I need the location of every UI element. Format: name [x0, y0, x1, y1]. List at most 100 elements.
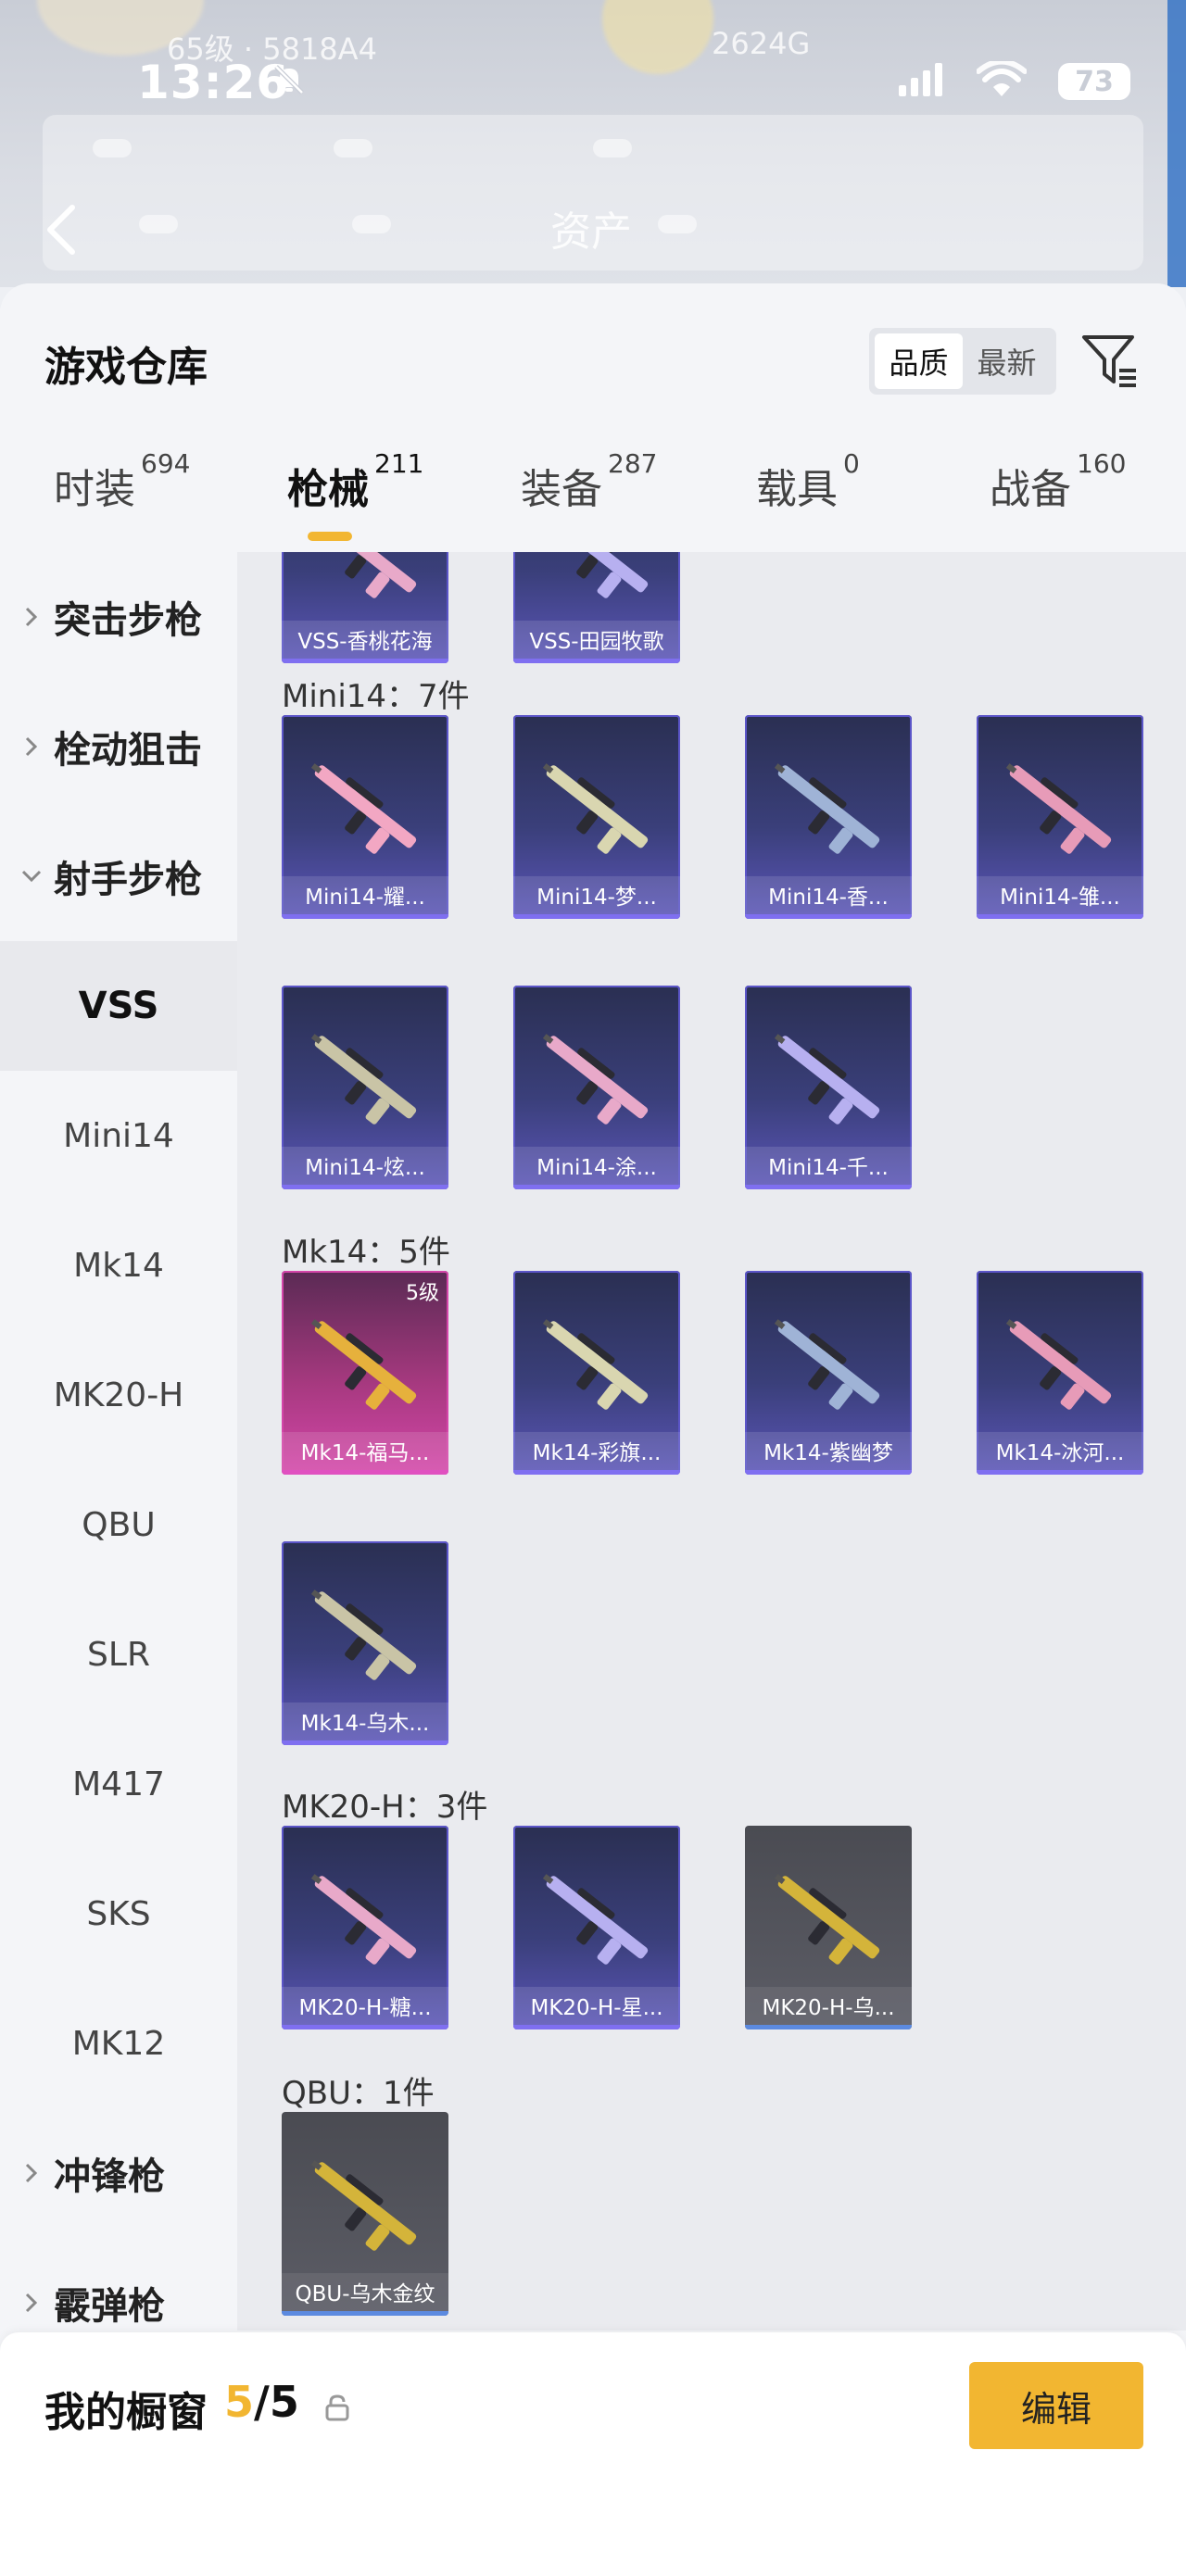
weapon-skin-card[interactable]: MK20-H-乌...	[745, 1826, 912, 2029]
group-title: MK20-H：3件	[282, 1789, 488, 1826]
tab-vehicles[interactable]: 载具 0	[756, 448, 860, 548]
sheet-title: 游戏仓库	[44, 344, 208, 391]
weapon-skin-name: VSS-香桃花海	[282, 621, 448, 663]
weapon-skin-image	[310, 1874, 417, 1965]
weapon-skin-image	[542, 1034, 649, 1125]
tab-equipment[interactable]: 装备 287	[521, 448, 657, 548]
back-arrow-icon[interactable]	[43, 202, 80, 261]
weapon-skin-name: QBU-乌木金纹	[282, 2273, 448, 2316]
group-title: Mk14：5件	[282, 1234, 450, 1271]
group-title: Mini14：7件	[282, 678, 470, 715]
weapon-skin-image	[774, 1319, 880, 1410]
sidebar-group-marksman-rifles[interactable]: 射手步枪	[0, 811, 237, 941]
chevron-right-icon	[20, 2292, 43, 2314]
chevron-right-icon	[20, 606, 43, 628]
weapon-skin-card[interactable]: Mini14-炫...	[282, 986, 448, 1189]
sort-toggle: 品质 最新	[869, 328, 1056, 395]
weapon-skin-card[interactable]: Mk14-冰河...	[977, 1271, 1143, 1475]
sort-quality-button[interactable]: 品质	[875, 333, 963, 389]
group-title: QBU：1件	[282, 2075, 435, 2112]
weapon-skin-card[interactable]: Mk14-紫幽梦	[745, 1271, 912, 1475]
sidebar-item-sks[interactable]: SKS	[0, 1849, 237, 1979]
weapon-skin-card[interactable]: Mini14-千...	[745, 986, 912, 1189]
weapon-skin-image	[310, 1590, 417, 1680]
background-page: 65级 · 5818A4 2624G 13:26 73 资产	[0, 0, 1186, 287]
lock-icon	[324, 2394, 350, 2425]
showcase-footer: 我的橱窗 5/5 编辑	[0, 2332, 1186, 2576]
weapon-skin-image	[310, 1319, 417, 1410]
weapon-category-sidebar: 突击步枪 栓动狙击 射手步枪 VSS Mini14 Mk14 MK20-H QB…	[0, 552, 237, 2331]
weapon-skin-image	[542, 763, 649, 854]
weapon-skin-name: MK20-H-乌...	[745, 1987, 912, 2029]
tab-combat-gear[interactable]: 战备 160	[990, 448, 1126, 548]
weapon-skin-image	[546, 552, 649, 598]
sheet-header: 游戏仓库 品质 最新 时装 694 枪械 211 装备 287 载具 0 战备 160	[0, 283, 1186, 552]
weapon-skin-card[interactable]: Mini14-雏...	[977, 715, 1143, 919]
sidebar-group-assault-rifles[interactable]: 突击步枪	[0, 552, 237, 682]
sidebar-item-mk20h[interactable]: MK20-H	[0, 1330, 237, 1460]
sidebar-item-mini14[interactable]: Mini14	[0, 1071, 237, 1200]
weapon-skin-image	[1005, 1319, 1112, 1410]
weapon-skin-card[interactable]: Mini14-梦...	[513, 715, 680, 919]
weapon-skin-image	[774, 1034, 880, 1125]
sidebar-group-smgs[interactable]: 冲锋枪	[0, 2108, 237, 2238]
chevron-right-icon	[20, 735, 43, 758]
tab-fashion[interactable]: 时装 694	[54, 448, 190, 548]
sidebar-item-mk12[interactable]: MK12	[0, 1979, 237, 2108]
weapon-skin-card[interactable]: VSS-香桃花海	[282, 552, 448, 663]
sidebar-item-m417[interactable]: M417	[0, 1719, 237, 1849]
showcase-count: 5/5	[224, 2377, 299, 2427]
chevron-down-icon	[20, 869, 43, 884]
sidebar-item-qbu[interactable]: QBU	[0, 1460, 237, 1590]
filter-icon[interactable]	[1080, 332, 1140, 395]
weapon-skin-card[interactable]: Mini14-香...	[745, 715, 912, 919]
sidebar-item-mk14[interactable]: Mk14	[0, 1200, 237, 1330]
weapon-skin-name: Mk14-福马...	[282, 1432, 448, 1475]
weapon-skin-image	[774, 1874, 880, 1965]
weapon-skin-name: Mk14-冰河...	[977, 1432, 1143, 1475]
weapon-skin-card[interactable]: MK20-H-星...	[513, 1826, 680, 2029]
weapon-skin-name: Mini14-香...	[745, 876, 912, 919]
weapon-skin-card[interactable]: VSS-田园牧歌	[513, 552, 680, 663]
weapon-skin-name: MK20-H-星...	[513, 1987, 680, 2029]
weapon-skin-image	[542, 1874, 649, 1965]
weapon-skin-image	[1005, 763, 1112, 854]
weapon-skin-card[interactable]: Mk14-乌木...	[282, 1541, 448, 1745]
weapon-skin-card[interactable]: MK20-H-糖...	[282, 1826, 448, 2029]
weapon-skin-name: Mini14-雏...	[977, 876, 1143, 919]
showcase-current: 5	[224, 2377, 255, 2427]
weapon-skin-card[interactable]: QBU-乌木金纹	[282, 2112, 448, 2316]
weapon-skin-name: MK20-H-糖...	[282, 1987, 448, 2029]
weapon-skin-card[interactable]: Mini14-耀...	[282, 715, 448, 919]
sort-newest-button[interactable]: 最新	[963, 333, 1051, 389]
sidebar-item-vss[interactable]: VSS	[0, 941, 237, 1071]
weapon-skin-card[interactable]: 5级 Mk14-福马...	[282, 1271, 448, 1475]
weapon-skin-name: Mini14-千...	[745, 1147, 912, 1189]
weapon-skin-image	[314, 552, 417, 598]
weapon-skin-name: Mk14-彩旗...	[513, 1432, 680, 1475]
weapon-skin-name: Mini14-耀...	[282, 876, 448, 919]
weapon-skin-image	[310, 1034, 417, 1125]
status-time: 13:26	[137, 56, 290, 109]
signal-icon	[899, 63, 945, 100]
weapon-skin-card[interactable]: Mk14-彩旗...	[513, 1271, 680, 1475]
sidebar-group-bolt-snipers[interactable]: 栓动狙击	[0, 682, 237, 811]
battery-indicator: 73	[1058, 63, 1130, 100]
level-badge: 5级	[406, 1282, 439, 1305]
background-edge	[1167, 0, 1186, 287]
weapon-skin-image	[310, 2160, 417, 2251]
weapon-skin-name: Mini14-梦...	[513, 876, 680, 919]
weapon-skin-name: Mk14-乌木...	[282, 1703, 448, 1745]
active-tab-indicator	[308, 532, 352, 541]
weapon-skin-card[interactable]: Mini14-涂...	[513, 986, 680, 1189]
showcase-total: /5	[254, 2377, 299, 2427]
background-assets-tab: 资产	[550, 208, 632, 256]
weapon-skin-image	[774, 763, 880, 854]
weapon-skin-name: Mini14-涂...	[513, 1147, 680, 1189]
weapon-skin-name: VSS-田园牧歌	[513, 621, 680, 663]
sidebar-item-slr[interactable]: SLR	[0, 1590, 237, 1719]
showcase-title: 我的橱窗	[44, 2389, 208, 2436]
weapon-skin-name: Mk14-紫幽梦	[745, 1432, 912, 1475]
weapon-grid: VSS-香桃花海 VSS-田园牧歌 Mini14：7件 Mini14-耀... Mini…	[237, 552, 1186, 2331]
edit-button[interactable]: 编辑	[969, 2362, 1143, 2449]
